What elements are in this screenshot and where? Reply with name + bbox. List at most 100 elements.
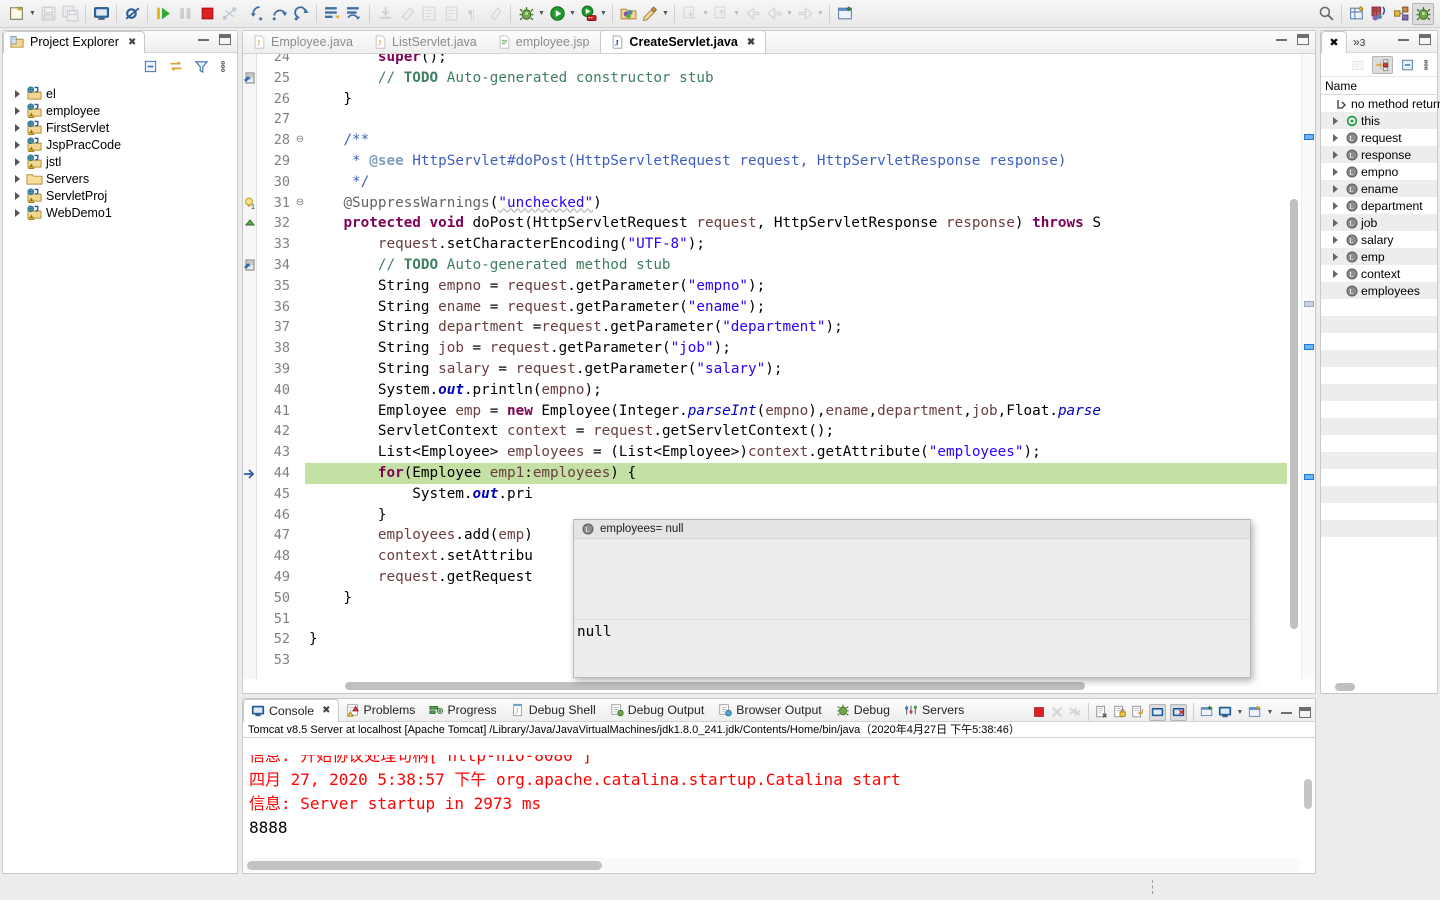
ann-line-31-warning[interactable]: 1 [243,193,256,214]
tab-createservlet-java[interactable]: J CreateServlet.java ✖ [600,30,767,53]
maximize-icon[interactable] [1299,706,1311,718]
code-line[interactable]: String ename = request.getParameter("ena… [305,297,1287,318]
overview-marker[interactable] [1304,474,1314,480]
debug-launch-dropdown-arrow[interactable]: ▼ [537,3,546,25]
open-console-icon[interactable] [90,3,112,25]
chevron-right-icon[interactable] [1333,150,1343,159]
code-line[interactable]: */ [305,172,1287,193]
code-line[interactable]: System.out.pri [305,484,1287,505]
step-return-icon[interactable] [290,3,312,25]
variable-row[interactable]: Lsalary [1321,231,1437,248]
perspective-java-ee-icon[interactable] [1368,3,1390,25]
code-line[interactable]: @SuppressWarnings("unchecked") [305,193,1287,214]
code-line[interactable]: } [305,89,1287,110]
clear-console-icon[interactable] [1095,705,1109,719]
overflow-tabs-indicator[interactable]: » 3 [1353,35,1365,49]
tab-variables[interactable]: ✖ [1321,30,1347,53]
code-line[interactable]: List<Employee> employees = (List<Employe… [305,442,1287,463]
skip-all-breakpoints-icon[interactable] [121,3,143,25]
variables-tree[interactable]: no method return valuethisLrequestLrespo… [1321,95,1440,537]
chevron-right-icon[interactable] [11,140,23,149]
perspective-java-icon[interactable] [1390,3,1412,25]
console-horizontal-scrollbar[interactable] [244,858,1300,872]
perspective-debug-icon[interactable] [1412,2,1434,25]
code-line[interactable]: ServletContext context = request.getServ… [305,421,1287,442]
terminate-icon[interactable] [196,3,218,25]
chevron-right-icon[interactable] [11,208,23,217]
tree-item-servers[interactable]: Servers [11,170,237,187]
new-java-class-icon[interactable] [639,3,661,25]
chevron-right-icon[interactable] [11,89,23,98]
variable-row[interactable]: Lcontext [1321,265,1437,282]
console-vertical-scrollbar[interactable] [1301,739,1314,855]
run-launch-icon[interactable] [546,3,568,25]
view-menu-icon[interactable] [219,59,227,74]
chevron-right-icon[interactable] [1333,116,1343,125]
tab-employee-jsp[interactable]: employee.jsp [488,30,601,53]
show-logical-structure-icon[interactable] [1372,55,1393,74]
chevron-right-icon[interactable] [1333,133,1343,142]
tab-listservlet-java[interactable]: J ListServlet.java [364,30,488,53]
code-line[interactable]: Employee emp = new Employee(Integer.pars… [305,401,1287,422]
tab-debug-output[interactable]: Debug Output [603,699,712,722]
ann-line-25-task[interactable] [243,68,256,89]
chevron-right-icon[interactable] [1333,167,1343,176]
show-console-when-stderr-icon[interactable] [1170,703,1187,721]
project-tree[interactable]: el employee FirstServlet JspPracCode jst… [3,79,237,221]
chevron-right-icon[interactable] [11,174,23,183]
overview-ruler[interactable] [1301,54,1315,679]
code-line[interactable]: request.setCharacterEncoding("UTF-8"); [305,234,1287,255]
step-into-icon[interactable] [246,3,268,25]
collapse-all-icon[interactable] [1400,58,1415,72]
debug-launch-icon[interactable] [515,3,537,25]
tree-item-el[interactable]: el [11,85,237,102]
new-window-icon[interactable] [834,3,856,25]
word-wrap-icon[interactable] [1131,705,1145,719]
variable-inspect-popup[interactable]: L employees= null null [573,519,1251,678]
variable-row[interactable]: Lrequest [1321,129,1437,146]
tab-project-explorer[interactable]: Project Explorer ✖ [3,30,146,53]
variables-column-header-name[interactable]: Name [1321,77,1437,95]
code-line[interactable]: * @see HttpServlet#doPost(HttpServletReq… [305,151,1287,172]
show-console-when-stdout-icon[interactable] [1149,703,1166,721]
overview-marker[interactable] [1304,344,1314,350]
resume-icon[interactable] [152,3,174,25]
variable-row[interactable]: Ljob [1321,214,1437,231]
editor-vertical-scrollbar[interactable] [1287,54,1301,679]
tree-item-employee[interactable]: employee [11,102,237,119]
terminate-icon[interactable] [1032,705,1046,719]
chevron-right-icon[interactable] [11,191,23,200]
code-line[interactable] [305,109,1287,130]
minimize-icon[interactable] [1281,711,1292,714]
overview-marker[interactable] [1304,301,1314,307]
new-java-class-dropdown-arrow[interactable]: ▼ [661,3,670,25]
variable-row[interactable]: Lemp [1321,248,1437,265]
tab-debug[interactable]: Debug [829,699,897,722]
scroll-lock-icon[interactable] [1113,705,1127,719]
annotation-ruler[interactable]: 1 [243,54,257,679]
tree-item-webdemo1[interactable]: WebDemo1 [11,204,237,221]
run-launch-dropdown-arrow[interactable]: ▼ [568,3,577,25]
code-line[interactable]: String department =request.getParameter(… [305,317,1287,338]
chevron-right-icon[interactable] [1333,184,1343,193]
chevron-right-icon[interactable] [11,106,23,115]
tab-console[interactable]: Console ✖ [243,698,339,722]
tab-debug-shell[interactable]: J Debug Shell [504,699,603,722]
ann-line-34-task[interactable] [243,255,256,276]
tree-item-servletproj[interactable]: ServletProj [11,187,237,204]
code-line[interactable]: // TODO Auto-generated method stub [305,255,1287,276]
pin-console-icon[interactable] [1200,705,1214,719]
open-console-dropdown-arrow[interactable]: ▼ [1266,701,1274,723]
status-bar-resize-handle[interactable] [1152,880,1154,894]
search-icon[interactable] [1315,3,1337,25]
overview-marker[interactable] [1304,134,1314,140]
code-line[interactable]: System.out.println(empno); [305,380,1287,401]
close-icon[interactable]: ✖ [128,37,136,48]
close-icon[interactable]: ✖ [322,705,330,716]
variable-row[interactable]: Lempno [1321,163,1437,180]
new-icon[interactable] [6,3,28,25]
maximize-icon[interactable] [1297,34,1309,45]
open-console-icon[interactable] [1248,705,1262,719]
view-menu-filter-icon[interactable] [194,59,209,74]
variable-row[interactable]: Lresponse [1321,146,1437,163]
